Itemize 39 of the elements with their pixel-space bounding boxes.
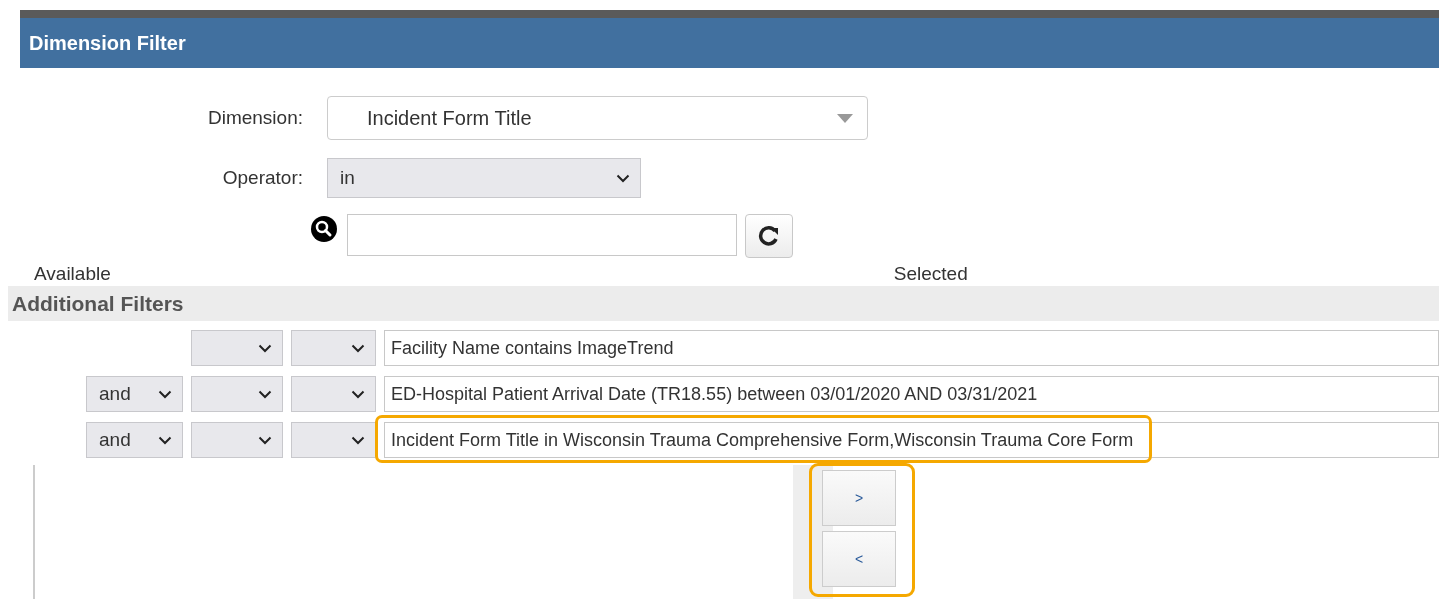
filter-field[interactable]: ED-Hospital Patient Arrival Date (TR18.55) between 03/01/2020 AND 03/31/2021 xyxy=(384,376,1439,412)
chevron-down-icon xyxy=(258,389,272,399)
dimension-select[interactable]: Incident Form Title xyxy=(327,96,868,140)
select-value: in xyxy=(340,165,355,190)
chevron-down-icon xyxy=(158,389,172,399)
conjunction-select[interactable]: and xyxy=(86,376,183,412)
chevron-down-icon xyxy=(258,343,272,353)
chevron-down-icon xyxy=(351,435,365,445)
search-icon xyxy=(310,215,340,243)
dropdown-arrow-icon xyxy=(837,113,853,123)
chevron-down-icon xyxy=(258,435,272,445)
filter-field[interactable]: Facility Name contains ImageTrend xyxy=(384,330,1439,366)
chevron-down-icon xyxy=(351,343,365,353)
paren-select[interactable] xyxy=(191,422,283,458)
select-value: and xyxy=(99,381,131,406)
chevron-down-icon xyxy=(158,435,172,445)
paren-select[interactable] xyxy=(191,376,283,412)
conjunction-select[interactable]: and xyxy=(86,422,183,458)
add-button[interactable]: > xyxy=(822,470,896,526)
paren-select[interactable] xyxy=(291,376,376,412)
list-label: Available xyxy=(34,262,111,286)
select-value: and xyxy=(99,427,131,452)
remove-button[interactable]: < xyxy=(822,531,896,587)
operator-select[interactable]: in xyxy=(327,158,641,198)
paren-select[interactable] xyxy=(291,422,376,458)
refresh-icon xyxy=(758,225,780,247)
field-label: Operator: xyxy=(221,165,304,190)
search-field[interactable] xyxy=(347,214,737,256)
refresh-button[interactable] xyxy=(745,214,793,258)
chevron-down-icon xyxy=(616,173,630,183)
paren-select[interactable] xyxy=(191,330,283,366)
paren-select[interactable] xyxy=(291,330,376,366)
section-title: Additional Filters xyxy=(12,290,184,317)
select-value: Incident Form Title xyxy=(367,106,532,131)
list-label: Selected xyxy=(893,262,968,286)
dialog-title: Dimension Filter xyxy=(29,31,186,56)
chevron-down-icon xyxy=(351,389,365,399)
field-label: Dimension: xyxy=(206,105,304,130)
filter-field[interactable]: Incident Form Title in Wisconsin Trauma Comprehensive Form,Wisconsin Trauma Core Form xyxy=(384,422,1439,458)
